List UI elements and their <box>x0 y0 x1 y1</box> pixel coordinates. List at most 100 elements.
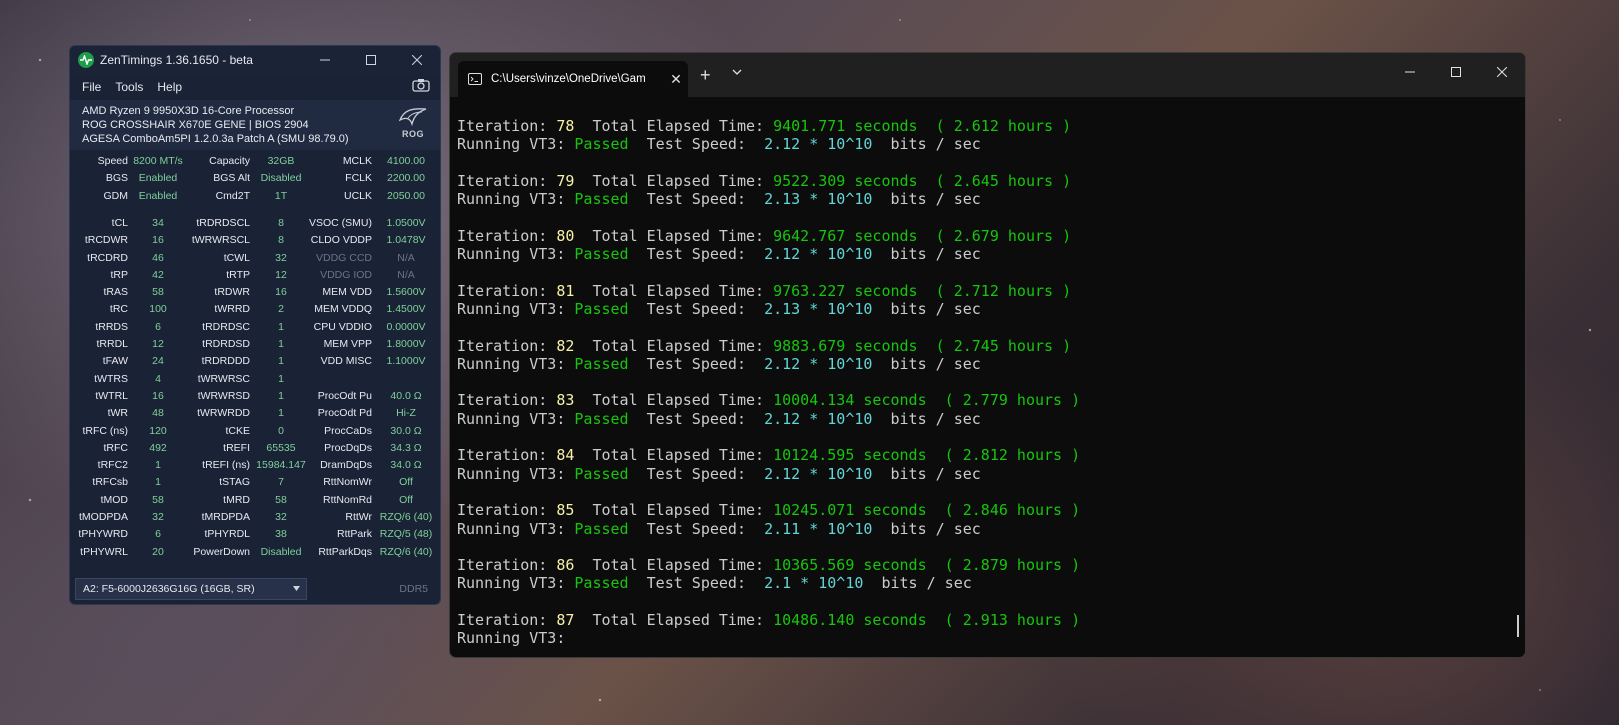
board-name: ROG CROSSHAIR X670E GENE | BIOS 2904 <box>82 119 309 131</box>
status-line: Running VT3: Passed Test Speed: 2.1 * 10… <box>457 574 1525 592</box>
elapsed-hours: ( 2.879 hours ) <box>926 556 1081 575</box>
elapsed-seconds: 10124.595 seconds <box>773 446 927 465</box>
timing-value: Hi-Z <box>396 407 416 420</box>
speed-unit: bits / sec <box>872 409 981 428</box>
test-status: Passed <box>574 135 629 154</box>
timing-value: 32 <box>275 511 287 523</box>
timing-value: Disabled <box>260 545 302 558</box>
speed-unit: bits / sec <box>863 574 972 593</box>
timing-label: tMRDPDA <box>201 511 250 523</box>
iteration-line: Iteration: 84 Total Elapsed Time: 10124.… <box>457 446 1525 464</box>
timing-label: BGS Alt <box>213 172 250 185</box>
iteration-number: 83 <box>556 391 575 410</box>
timing-label: tWRRD <box>214 303 250 316</box>
speed-unit: bits / sec <box>872 299 981 318</box>
timing-value: 1 <box>278 389 284 402</box>
timing-label: tWTRL <box>95 389 128 402</box>
timing-value: 1.4500V <box>386 303 426 316</box>
timing-label: tSTAG <box>219 476 250 489</box>
close-button[interactable] <box>394 46 440 74</box>
iteration-label: Iteration: <box>457 446 557 465</box>
dimm-select[interactable]: A2: F5-6000J2636G16G (16GB, SR) <box>75 578 307 600</box>
iteration-line: Iteration: 85 Total Elapsed Time: 10245.… <box>457 501 1525 519</box>
menu-help[interactable]: Help <box>157 80 182 94</box>
elapsed-seconds: 9763.227 seconds <box>773 281 918 300</box>
speed-label: Test Speed: <box>628 245 765 264</box>
elapsed-seconds: 9401.771 seconds <box>773 117 918 135</box>
timing-value: 492 <box>149 441 167 454</box>
maximize-button[interactable] <box>348 46 394 74</box>
minimize-icon <box>1405 71 1415 73</box>
timing-label: tRFCsb <box>92 476 128 489</box>
timing-label: tRFC <box>103 441 129 454</box>
iteration-label: Iteration: <box>457 281 557 300</box>
terminal-maximize-button[interactable] <box>1433 53 1479 91</box>
timing-value: 1.0478V <box>386 234 426 247</box>
timing-row: tCL 34 tRDRDSCL 8 VSOC (SMU) 1.0500V <box>70 216 440 233</box>
tab-dropdown-button[interactable] <box>732 69 742 76</box>
iteration-number: 81 <box>556 281 575 300</box>
elapsed-seconds: 9883.679 seconds <box>773 336 918 355</box>
timing-label: tRFC2 <box>97 459 128 472</box>
elapsed-hours: ( 2.679 hours ) <box>917 226 1072 245</box>
elapsed-seconds: 9642.767 seconds <box>773 226 918 245</box>
close-icon <box>412 55 422 65</box>
timing-value: 100 <box>149 303 167 316</box>
timing-value: 0 <box>278 424 284 437</box>
timing-value: 6 <box>155 528 161 541</box>
timing-label: VDD MISC <box>320 355 372 368</box>
iteration-line: Iteration: 81 Total Elapsed Time: 9763.2… <box>457 282 1525 300</box>
status-line: Running VT3: Passed Test Speed: 2.12 * 1… <box>457 355 1525 373</box>
status-line: Running VT3: Passed Test Speed: 2.12 * 1… <box>457 465 1525 483</box>
test-status: Passed <box>574 519 629 538</box>
terminal-close-button[interactable] <box>1479 53 1525 91</box>
timing-value: 4 <box>155 372 161 385</box>
elapsed-hours: ( 2.645 hours ) <box>917 171 1072 190</box>
test-status: Passed <box>574 409 629 428</box>
agesa-version: AGESA ComboAm5PI 1.2.0.3a Patch A (SMU 9… <box>82 133 349 145</box>
timing-value: 32 <box>275 251 287 264</box>
timing-label: PowerDown <box>193 545 250 558</box>
menu-tools[interactable]: Tools <box>115 80 143 94</box>
timing-row: BGS Enabled BGS Alt Disabled FCLK 2200.00 <box>70 171 440 188</box>
test-speed: 2.12 * 10^10 <box>764 464 873 483</box>
terminal-output[interactable]: Iteration: 78 Total Elapsed Time: 9401.7… <box>457 117 1525 657</box>
timing-label: VSOC (SMU) <box>309 216 372 229</box>
elapsed-label: Total Elapsed Time: <box>574 281 774 300</box>
terminal-tab-title: C:\Users\vinze\OneDrive\Gam <box>491 73 646 85</box>
test-speed: 2.12 * 10^10 <box>764 245 873 264</box>
tab-close-icon[interactable]: ✕ <box>664 71 688 88</box>
scrollbar-thumb[interactable] <box>1517 615 1519 637</box>
speed-label: Test Speed: <box>628 190 765 209</box>
iteration-number: 86 <box>556 556 575 575</box>
test-status: Passed <box>574 245 629 264</box>
camera-icon[interactable] <box>412 78 430 92</box>
timing-label: Cmd2T <box>215 189 250 202</box>
timing-value: 1 <box>278 338 284 350</box>
timing-label: tRDRDDD <box>201 355 250 368</box>
menu-file[interactable]: File <box>82 80 101 94</box>
new-tab-button[interactable]: + <box>700 65 711 86</box>
zentimings-titlebar[interactable]: ZenTimings 1.36.1650 - beta <box>70 46 440 74</box>
test-status: Passed <box>574 464 629 483</box>
elapsed-label: Total Elapsed Time: <box>574 226 774 245</box>
menu-bar: File Tools Help <box>70 74 440 100</box>
rog-logo-text: ROG <box>401 129 424 139</box>
status-line: Running VT3: Passed Test Speed: 2.12 * 1… <box>457 135 1525 153</box>
speed-unit: bits / sec <box>872 135 981 154</box>
timing-row: tRFCsb 1 tSTAG 7 RttNomWr Off <box>70 475 440 492</box>
timing-row: tWR 48 tWRWRDD 1 ProcOdt Pd Hi-Z <box>70 406 440 423</box>
iteration-label: Iteration: <box>457 117 557 135</box>
minimize-button[interactable] <box>302 46 348 74</box>
timing-value: 1 <box>278 320 284 333</box>
terminal-minimize-button[interactable] <box>1387 53 1433 91</box>
timing-value: Enabled <box>138 172 178 185</box>
elapsed-label: Total Elapsed Time: <box>574 391 774 410</box>
timing-label: tWRWRSC <box>197 372 250 385</box>
timing-row: tWTRL 16 tWRWRSD 1 ProcOdt Pu 40.0 Ω <box>70 389 440 406</box>
terminal-tab[interactable]: C:\Users\vinze\OneDrive\Gam ✕ <box>458 61 688 97</box>
timing-label: tRDRDSC <box>202 320 250 333</box>
